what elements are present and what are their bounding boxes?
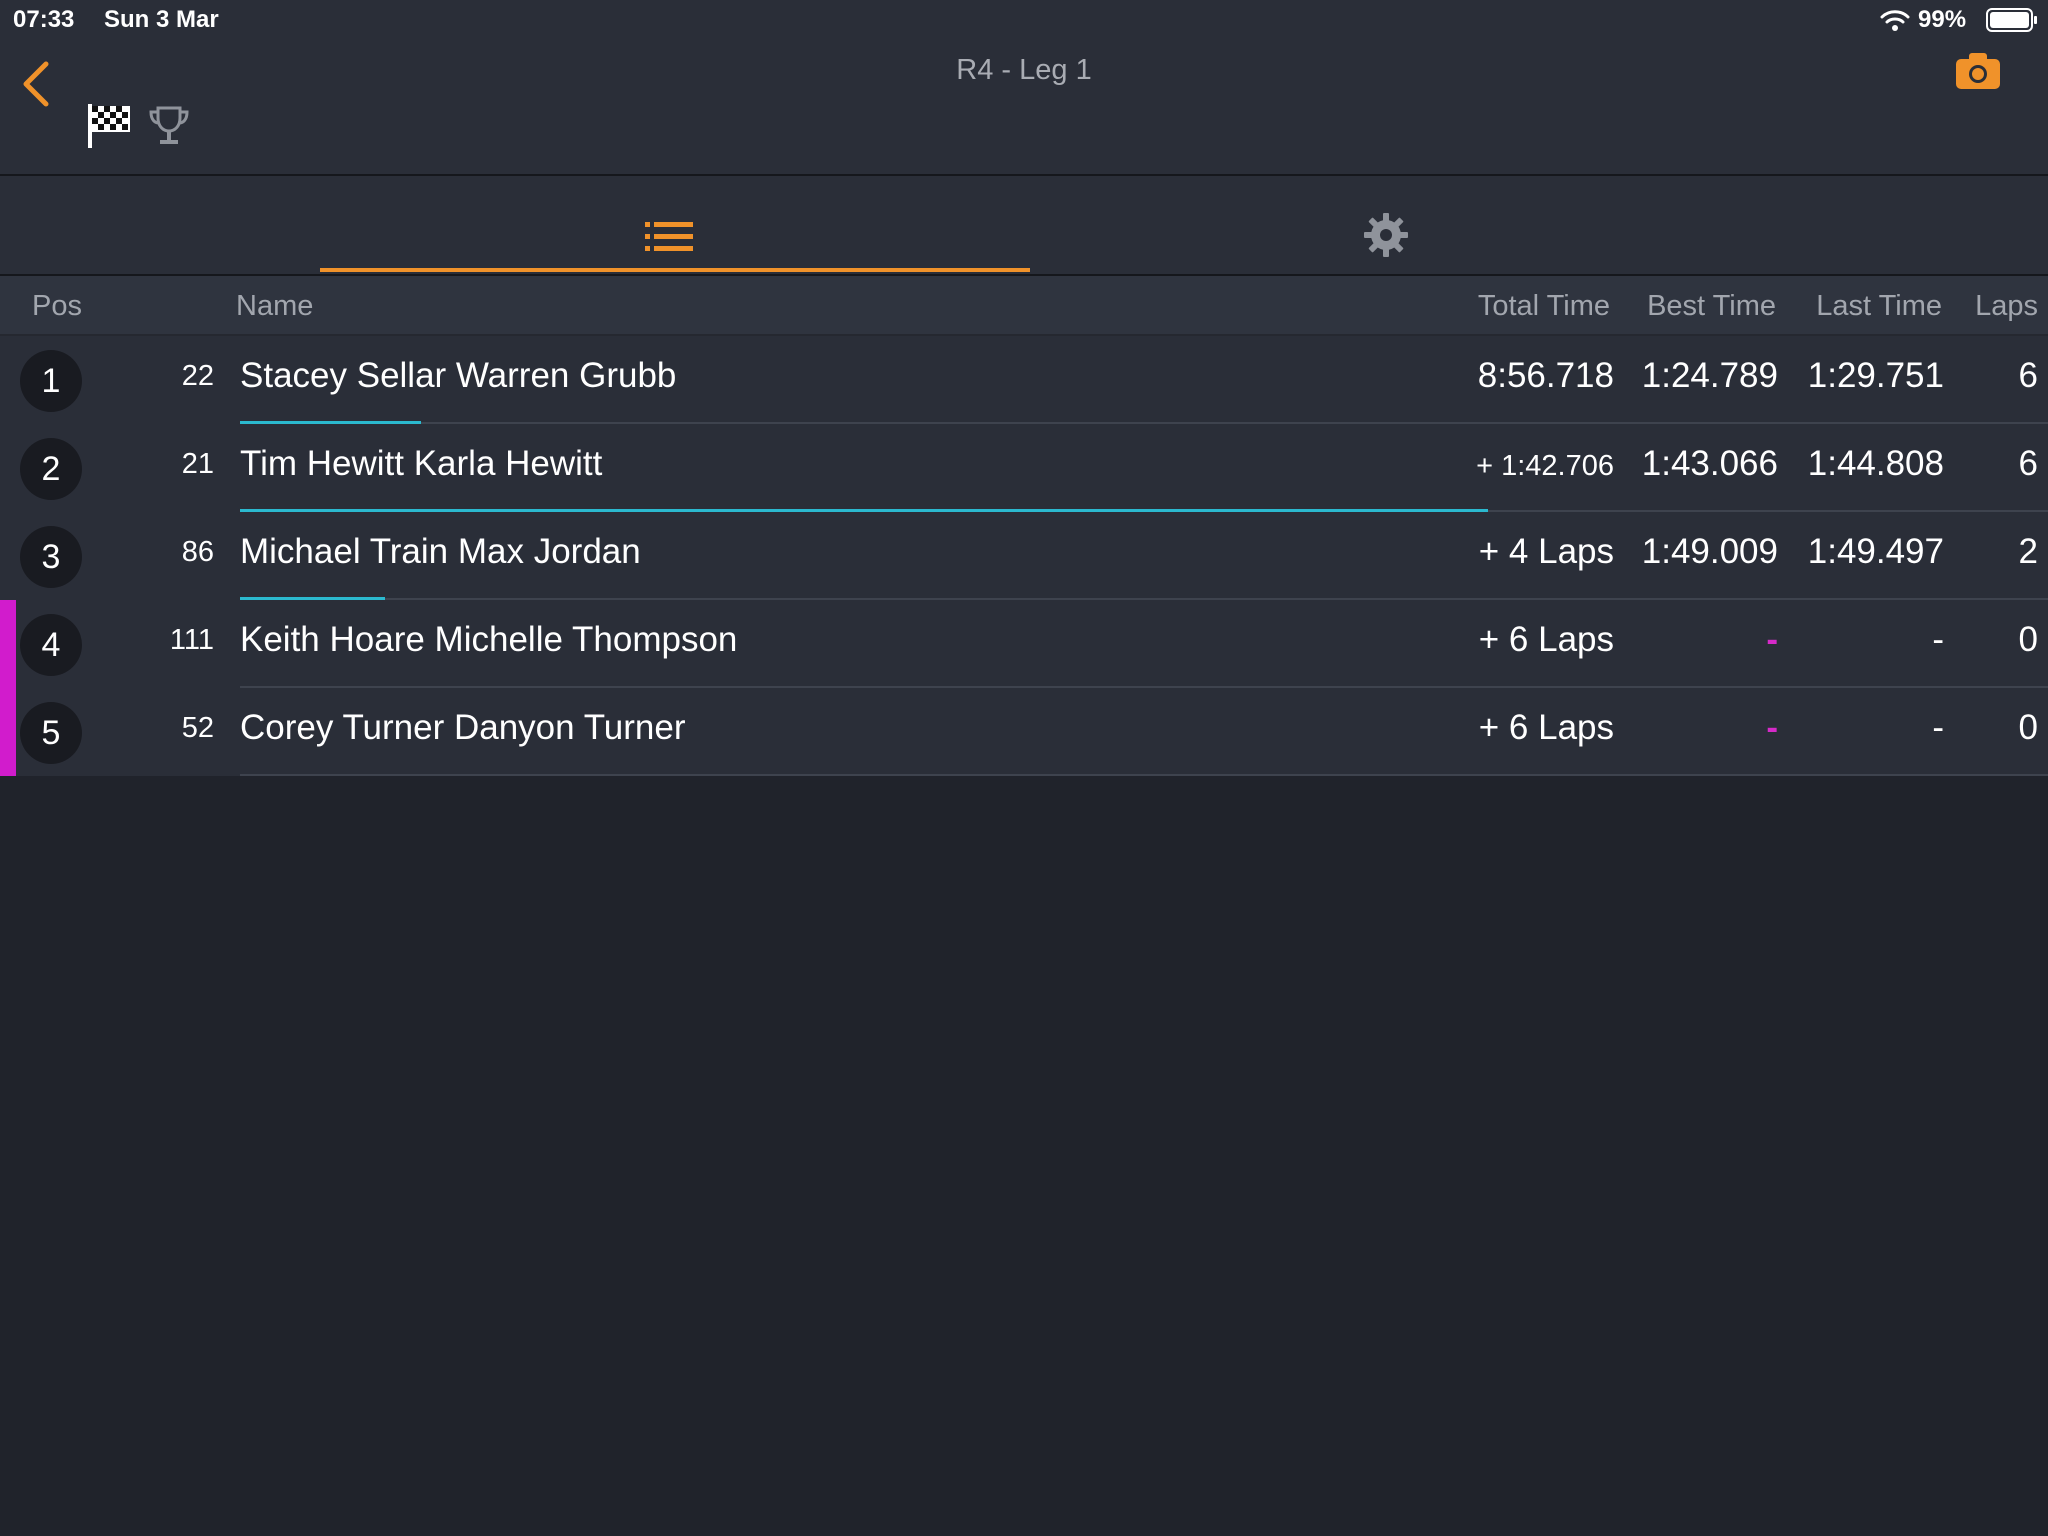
best-time: - <box>1766 708 1778 747</box>
last-time: 1:49.497 <box>1807 532 1944 571</box>
table-row[interactable]: 3 86 Michael Train Max Jordan + 4 Laps 1… <box>0 512 2048 600</box>
car-number: 22 <box>181 360 214 392</box>
position-number: 5 <box>41 714 61 752</box>
trophy-icon[interactable] <box>148 104 190 148</box>
table-row[interactable]: 2 21 Tim Hewitt Karla Hewitt + 1:42.706 … <box>0 424 2048 512</box>
car-number: 52 <box>181 712 214 744</box>
camera-icon[interactable] <box>1955 52 2001 90</box>
last-time: 1:29.751 <box>1807 356 1944 395</box>
total-time: + 4 Laps <box>1478 532 1614 571</box>
laps-count: 0 <box>2018 620 2038 659</box>
column-header-laps[interactable]: Laps <box>1975 290 2038 323</box>
best-time: 1:43.066 <box>1641 444 1778 483</box>
last-time: - <box>1932 708 1944 747</box>
status-bar: 07:33 Sun 3 Mar 99% <box>0 0 2048 40</box>
list-icon <box>645 222 693 251</box>
battery-percentage: 99% <box>1918 6 1967 33</box>
column-header-total-time[interactable]: Total Time <box>1478 290 1610 323</box>
column-header-name[interactable]: Name <box>236 290 313 323</box>
page-title: R4 - Leg 1 <box>956 54 1092 86</box>
laps-count: 6 <box>2018 356 2038 395</box>
best-time: 1:49.009 <box>1641 532 1778 571</box>
battery-icon <box>1986 8 2037 32</box>
last-time: 1:44.808 <box>1807 444 1944 483</box>
status-time: 07:33 <box>13 6 75 33</box>
table-row[interactable]: 4 111 Keith Hoare Michelle Thompson + 6 … <box>0 600 2048 688</box>
laps-count: 0 <box>2018 708 2038 747</box>
checkered-flag-icon[interactable] <box>86 102 132 150</box>
best-time: - <box>1766 620 1778 659</box>
position-number: 2 <box>41 450 61 488</box>
table-row[interactable]: 1 22 Stacey Sellar Warren Grubb 8:56.718… <box>0 336 2048 424</box>
crew-name: Corey Turner Danyon Turner <box>240 708 686 747</box>
table-row[interactable]: 5 52 Corey Turner Danyon Turner + 6 Laps… <box>0 688 2048 776</box>
status-flag-stripe <box>0 688 16 776</box>
timing-screen: R4 - Leg 1 07:33 Sun 3 Mar 99% Pos Name … <box>0 0 2048 1536</box>
crew-name: Tim Hewitt Karla Hewitt <box>240 444 603 483</box>
crew-name: Stacey Sellar Warren Grubb <box>240 356 677 395</box>
status-flag-stripe <box>0 600 16 688</box>
table-header: Pos Name Total Time Best Time Last Time … <box>0 276 2048 336</box>
position-number: 4 <box>41 626 61 664</box>
wifi-icon <box>1880 10 1910 31</box>
empty-content-area <box>0 776 2048 1536</box>
gear-icon <box>1364 213 1408 257</box>
car-number: 21 <box>181 448 214 480</box>
car-number: 111 <box>169 624 214 656</box>
column-header-best-time[interactable]: Best Time <box>1647 290 1776 323</box>
active-tab-indicator <box>320 268 1030 272</box>
car-number: 86 <box>181 536 214 568</box>
position-number: 1 <box>41 362 61 400</box>
total-time: + 1:42.706 <box>1476 450 1614 482</box>
tab-list[interactable] <box>320 176 1030 274</box>
position-number: 3 <box>41 538 61 576</box>
column-header-last-time[interactable]: Last Time <box>1816 290 1942 323</box>
best-time: 1:24.789 <box>1641 356 1778 395</box>
column-header-pos[interactable]: Pos <box>32 290 82 323</box>
laps-count: 2 <box>2018 532 2038 571</box>
total-time: + 6 Laps <box>1478 708 1614 747</box>
crew-name: Michael Train Max Jordan <box>240 532 641 571</box>
total-time: + 6 Laps <box>1478 620 1614 659</box>
laps-count: 6 <box>2018 444 2038 483</box>
last-time: - <box>1932 620 1944 659</box>
total-time: 8:56.718 <box>1477 356 1614 395</box>
tab-settings[interactable] <box>1030 176 1730 274</box>
status-date: Sun 3 Mar <box>104 6 219 33</box>
crew-name: Keith Hoare Michelle Thompson <box>240 620 738 659</box>
tab-bar <box>0 176 2048 276</box>
